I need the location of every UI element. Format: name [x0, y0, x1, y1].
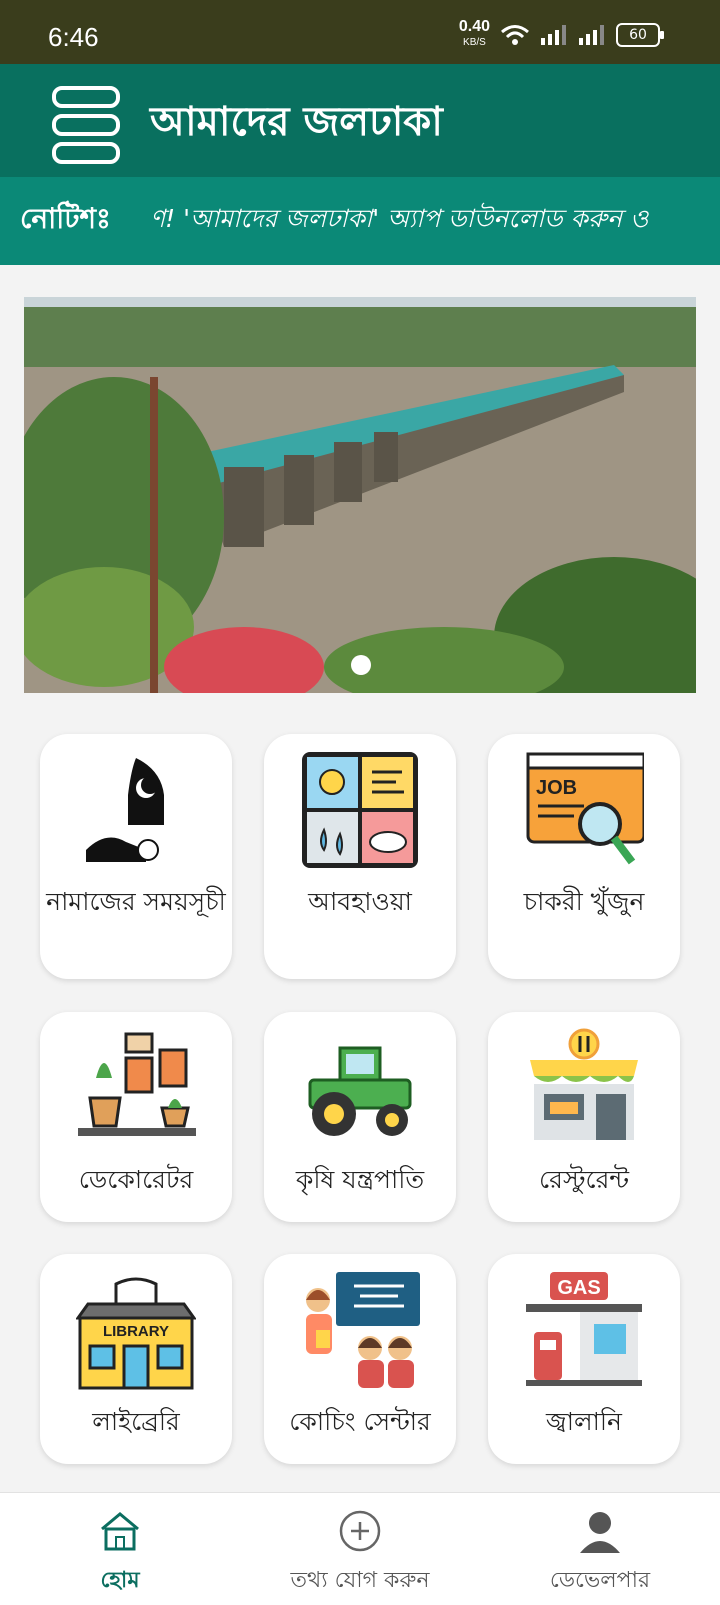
card-label: কৃষি যন্ত্রপাতি [295, 1165, 425, 1194]
notice-marquee[interactable]: ণ! 'আমাদের জলঢাকা' অ্যাপ ডাউনলোড করুন ও [150, 199, 700, 242]
notice-bar: নোটিশঃ ণ! 'আমাদের জলঢাকা' অ্যাপ ডাউনলোড … [0, 177, 720, 265]
card-label: রেস্টুরেন্ট [538, 1165, 630, 1194]
banner-image [24, 297, 696, 693]
card-label: নামাজের সময়সূচী [46, 887, 226, 916]
card-label: কোচিং সেন্টার [289, 1407, 431, 1436]
home-icon [101, 1512, 139, 1551]
card-label: চাকরী খুঁজুন [523, 887, 645, 916]
card-weather[interactable]: আবহাওয়া [264, 734, 456, 979]
card-job-search[interactable]: JOB চাকরী খুঁজুন [488, 734, 680, 979]
library-icon: LIBRARY [76, 1277, 196, 1390]
menu-icon[interactable] [52, 86, 120, 164]
gas-station-icon: GAS [526, 1272, 642, 1386]
job-sign: JOB [536, 777, 577, 799]
gas-sign: GAS [557, 1277, 600, 1299]
app-bar: আমাদের জলঢাকা [0, 64, 720, 177]
card-restaurant[interactable]: রেস্টুরেন্ট [488, 1012, 680, 1222]
nav-label: হোম [100, 1568, 140, 1593]
app-title: আমাদের জলঢাকা [150, 98, 443, 145]
status-bar: 6:46 0.40 KB/S 60 [0, 0, 720, 64]
job-search-icon: JOB [526, 752, 644, 865]
card-fuel[interactable]: GAS জ্বালানি [488, 1254, 680, 1464]
add-icon [339, 1510, 381, 1552]
card-library[interactable]: LIBRARY লাইব্রেরি [40, 1254, 232, 1464]
card-label: আবহাওয়া [308, 887, 412, 916]
nav-home[interactable]: হোম [0, 1509, 240, 1600]
weather-icon [302, 752, 418, 868]
card-label: লাইব্রেরি [92, 1407, 180, 1436]
card-coaching-center[interactable]: কোচিং সেন্টার [264, 1254, 456, 1464]
signal-icon-1 [541, 25, 566, 45]
banner-slider[interactable] [24, 297, 696, 693]
prayer-times-icon [86, 758, 164, 862]
coaching-icon [306, 1272, 420, 1388]
status-time: 6:46 [48, 22, 99, 52]
signal-icon-2 [579, 25, 604, 45]
decorator-icon [78, 1032, 196, 1136]
nav-add-info[interactable]: তথ্য যোগ করুন [240, 1509, 480, 1600]
slider-dot[interactable] [351, 655, 371, 675]
net-speed: 0.40 KB/S [458, 18, 490, 50]
card-label: ডেকোরেটর [78, 1165, 194, 1194]
card-decorator[interactable]: ডেকোরেটর [40, 1012, 232, 1222]
card-label: জ্বালানি [546, 1407, 622, 1436]
nav-developer[interactable]: ডেভেলপার [480, 1509, 720, 1600]
net-speed-value: 0.40 [458, 18, 490, 35]
restaurant-icon [530, 1028, 638, 1140]
notice-label: নোটিশঃ [20, 202, 111, 235]
nav-label: তথ্য যোগ করুন [290, 1568, 430, 1593]
wifi-icon [501, 25, 529, 45]
card-agri-machinery[interactable]: কৃষি যন্ত্রপাতি [264, 1012, 456, 1222]
status-icons: 0.40 KB/S 60 [458, 18, 664, 50]
developer-icon [580, 1512, 620, 1553]
net-speed-unit: KB/S [463, 37, 486, 48]
library-sign: LIBRARY [103, 1323, 169, 1340]
nav-label: ডেভেলপার [549, 1568, 651, 1593]
card-prayer-times[interactable]: নামাজের সময়সূচী [40, 734, 232, 979]
tractor-icon [308, 1046, 412, 1136]
battery-icon: 60 [616, 23, 664, 47]
bottom-navigation: হোম তথ্য যোগ করুন ডেভেলপার [0, 1492, 720, 1605]
